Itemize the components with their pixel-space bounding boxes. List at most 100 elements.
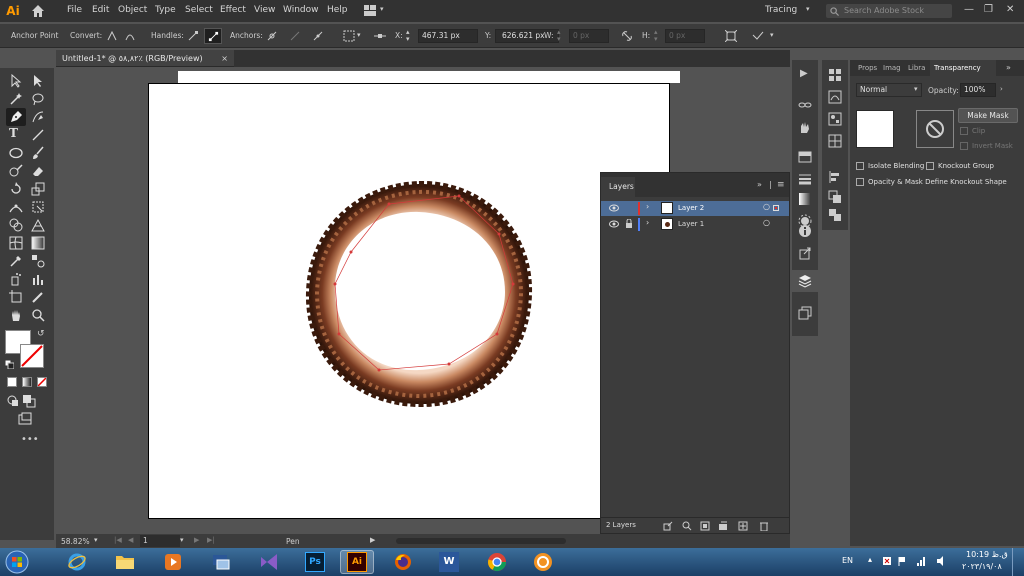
- w-stepper-icon[interactable]: ▴ ▾: [557, 29, 561, 43]
- isolate-icon[interactable]: [725, 30, 737, 42]
- x-field[interactable]: 467.31 px: [418, 29, 478, 43]
- clock-time[interactable]: 10:19 ق.ظ: [966, 550, 1008, 559]
- layers-tab[interactable]: Layers: [609, 182, 634, 191]
- gradient-tool-icon[interactable]: [31, 236, 45, 250]
- screen-mode-icon[interactable]: [18, 412, 32, 426]
- default-colors-icon[interactable]: [5, 360, 14, 369]
- align-anchors-icon[interactable]: [343, 30, 355, 42]
- tab-properties[interactable]: Props: [858, 64, 877, 72]
- mask-thumbnail[interactable]: [916, 110, 954, 148]
- draw-mode-icon[interactable]: [6, 394, 20, 408]
- info-icon[interactable]: [798, 224, 812, 238]
- brushes-icon[interactable]: [828, 90, 842, 104]
- hand-tool-icon[interactable]: [9, 308, 23, 322]
- status-menu-icon[interactable]: ▶: [370, 536, 375, 544]
- tab-transparency[interactable]: Transparency: [934, 64, 981, 72]
- taskbar-app[interactable]: [526, 550, 560, 574]
- mesh-tool-icon[interactable]: [9, 236, 23, 250]
- selection-tool-icon[interactable]: [9, 74, 23, 88]
- gradient-panel-icon[interactable]: [798, 192, 812, 206]
- new-layer-icon[interactable]: [738, 521, 748, 531]
- tray-expand-icon[interactable]: ▴: [868, 555, 872, 564]
- curvature-tool-icon[interactable]: [31, 110, 45, 124]
- taskbar-photoshop[interactable]: Ps: [298, 550, 332, 574]
- slice-tool-icon[interactable]: [31, 290, 45, 304]
- start-button[interactable]: [2, 548, 32, 576]
- document-tab[interactable]: Untitled-1* @ ٥٨,٨٢٪ (RGB/Preview) ×: [56, 50, 234, 67]
- clip-checkbox[interactable]: [960, 127, 968, 135]
- eraser-tool-icon[interactable]: [31, 164, 45, 178]
- panel-collapse-icon[interactable]: »: [1006, 63, 1011, 72]
- locate-object-icon[interactable]: [682, 521, 692, 531]
- blend-mode-select[interactable]: Normal: [856, 83, 922, 97]
- control-dropdown-icon[interactable]: ▾: [770, 31, 774, 39]
- menu-effect[interactable]: Effect: [220, 5, 246, 15]
- symbols-icon[interactable]: [828, 112, 842, 126]
- taskbar-remote[interactable]: [204, 550, 238, 574]
- artboard[interactable]: [148, 83, 670, 519]
- graphic-styles-icon[interactable]: [828, 134, 842, 148]
- taskbar-firefox[interactable]: [386, 550, 420, 574]
- zoom-level[interactable]: 58.82%: [61, 537, 90, 546]
- pathfinder-icon[interactable]: [828, 208, 842, 222]
- layer-name[interactable]: Layer 2: [678, 204, 704, 212]
- stroke-panel-icon[interactable]: [798, 172, 812, 186]
- convert-corner-icon[interactable]: [106, 30, 118, 42]
- clipping-mask-icon[interactable]: [700, 521, 710, 531]
- lasso-tool-icon[interactable]: [31, 92, 45, 106]
- tab-libraries[interactable]: Libra: [908, 64, 925, 72]
- taskbar-chrome[interactable]: [480, 550, 514, 574]
- menu-file[interactable]: File: [67, 5, 82, 15]
- first-artboard-icon[interactable]: |◀: [114, 536, 122, 544]
- connect-anchor-icon[interactable]: [289, 30, 301, 42]
- scale-tool-icon[interactable]: [31, 182, 45, 196]
- none-mode-button[interactable]: [37, 377, 47, 387]
- artboard-dropdown-icon[interactable]: ▾: [180, 536, 184, 544]
- layer-name[interactable]: Layer 1: [678, 220, 704, 228]
- panel-options-icon[interactable]: [752, 30, 764, 42]
- ellipse-tool-icon[interactable]: [9, 146, 23, 160]
- visibility-eye-icon[interactable]: [609, 204, 619, 212]
- layer-row[interactable]: › Layer 2 ○: [601, 201, 789, 216]
- magic-wand-tool-icon[interactable]: [9, 92, 23, 106]
- shaper-tool-icon[interactable]: [9, 164, 23, 178]
- workspace-selector[interactable]: Tracing: [765, 5, 797, 15]
- menu-type[interactable]: Type: [155, 5, 176, 15]
- ornate-frame-image[interactable]: [299, 174, 539, 414]
- expand-chevron-icon[interactable]: ›: [646, 218, 649, 227]
- actions-play-icon[interactable]: ▶: [800, 68, 808, 79]
- swatches-icon[interactable]: [828, 68, 842, 82]
- zoom-dropdown-icon[interactable]: ▾: [94, 536, 98, 544]
- opacity-field[interactable]: 100%: [960, 83, 996, 97]
- puppet-warp-icon[interactable]: [798, 120, 812, 134]
- align-panel-icon[interactable]: [828, 170, 842, 184]
- isolate-blending-checkbox[interactable]: [856, 162, 864, 170]
- last-artboard-icon[interactable]: ▶|: [207, 536, 215, 544]
- taskbar-word[interactable]: W: [432, 550, 466, 574]
- free-transform-tool-icon[interactable]: [31, 200, 45, 214]
- horizontal-scrollbar[interactable]: [396, 538, 566, 544]
- width-tool-icon[interactable]: [9, 200, 23, 214]
- clock-date[interactable]: ٢٠٢٣/١٩/٠٨: [962, 562, 1002, 571]
- blend-mode-chevron-icon[interactable]: ▾: [914, 85, 918, 93]
- expand-chevron-icon[interactable]: ›: [646, 202, 649, 211]
- paintbrush-tool-icon[interactable]: [31, 146, 45, 160]
- layers-menu-icon[interactable]: ≡: [777, 180, 785, 190]
- minimize-icon[interactable]: —: [964, 4, 974, 15]
- menu-help[interactable]: Help: [327, 5, 348, 15]
- symbol-sprayer-tool-icon[interactable]: [9, 272, 23, 286]
- show-desktop-button[interactable]: [1012, 548, 1024, 576]
- x-stepper-icon[interactable]: ▴ ▾: [406, 29, 410, 43]
- chevron-down-icon[interactable]: ▾: [380, 5, 384, 13]
- workspace-switcher-icon[interactable]: [364, 5, 376, 16]
- collect-export-icon[interactable]: [663, 521, 673, 531]
- visibility-eye-icon[interactable]: [609, 220, 619, 228]
- selection-indicator[interactable]: [773, 205, 779, 211]
- artboard-tool-icon[interactable]: [9, 290, 23, 304]
- menu-select[interactable]: Select: [185, 5, 213, 15]
- close-tab-icon[interactable]: ×: [221, 50, 228, 67]
- h-stepper-icon[interactable]: ▴ ▾: [654, 29, 658, 43]
- volume-icon[interactable]: [936, 556, 946, 566]
- perspective-grid-tool-icon[interactable]: [31, 218, 45, 232]
- layer-row[interactable]: › Layer 1 ○: [601, 217, 789, 232]
